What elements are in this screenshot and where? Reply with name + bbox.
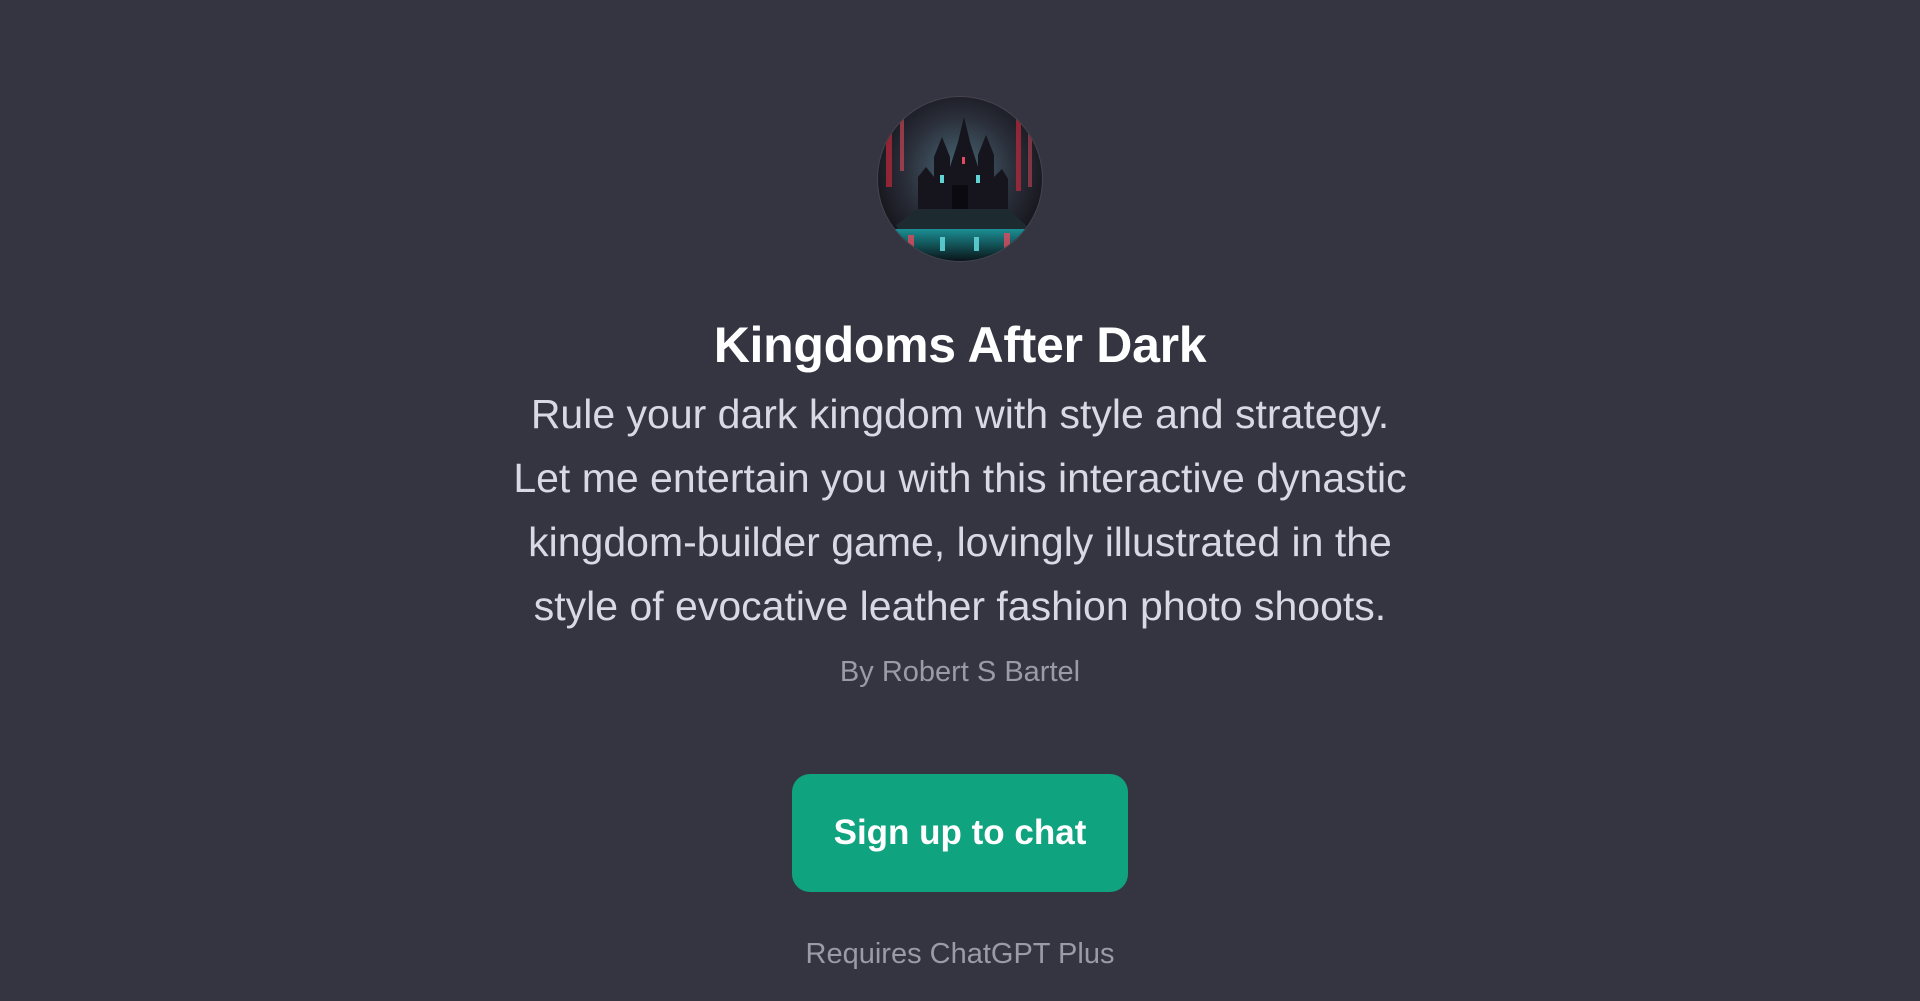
gpt-title: Kingdoms After Dark (713, 317, 1207, 373)
gpt-author: By Robert S Bartel (839, 656, 1081, 688)
sign-up-to-chat-button[interactable]: Sign up to chat (792, 774, 1128, 892)
gpt-avatar (878, 97, 1042, 261)
description-line: style of evocative leather fashion photo… (533, 583, 1387, 629)
dark-castle-avatar-icon (878, 97, 1042, 261)
description-line: kingdom-builder game, lovingly illustrat… (528, 519, 1392, 565)
gpt-landing-page: Kingdoms After Dark Rule your dark kingd… (0, 0, 1920, 1001)
description-line: Let me entertain you with this interacti… (513, 455, 1407, 501)
description-line: Rule your dark kingdom with style and st… (530, 391, 1390, 437)
gpt-description: Rule your dark kingdom with style and st… (410, 382, 1510, 638)
requires-plus-note: Requires ChatGPT Plus (805, 938, 1115, 970)
